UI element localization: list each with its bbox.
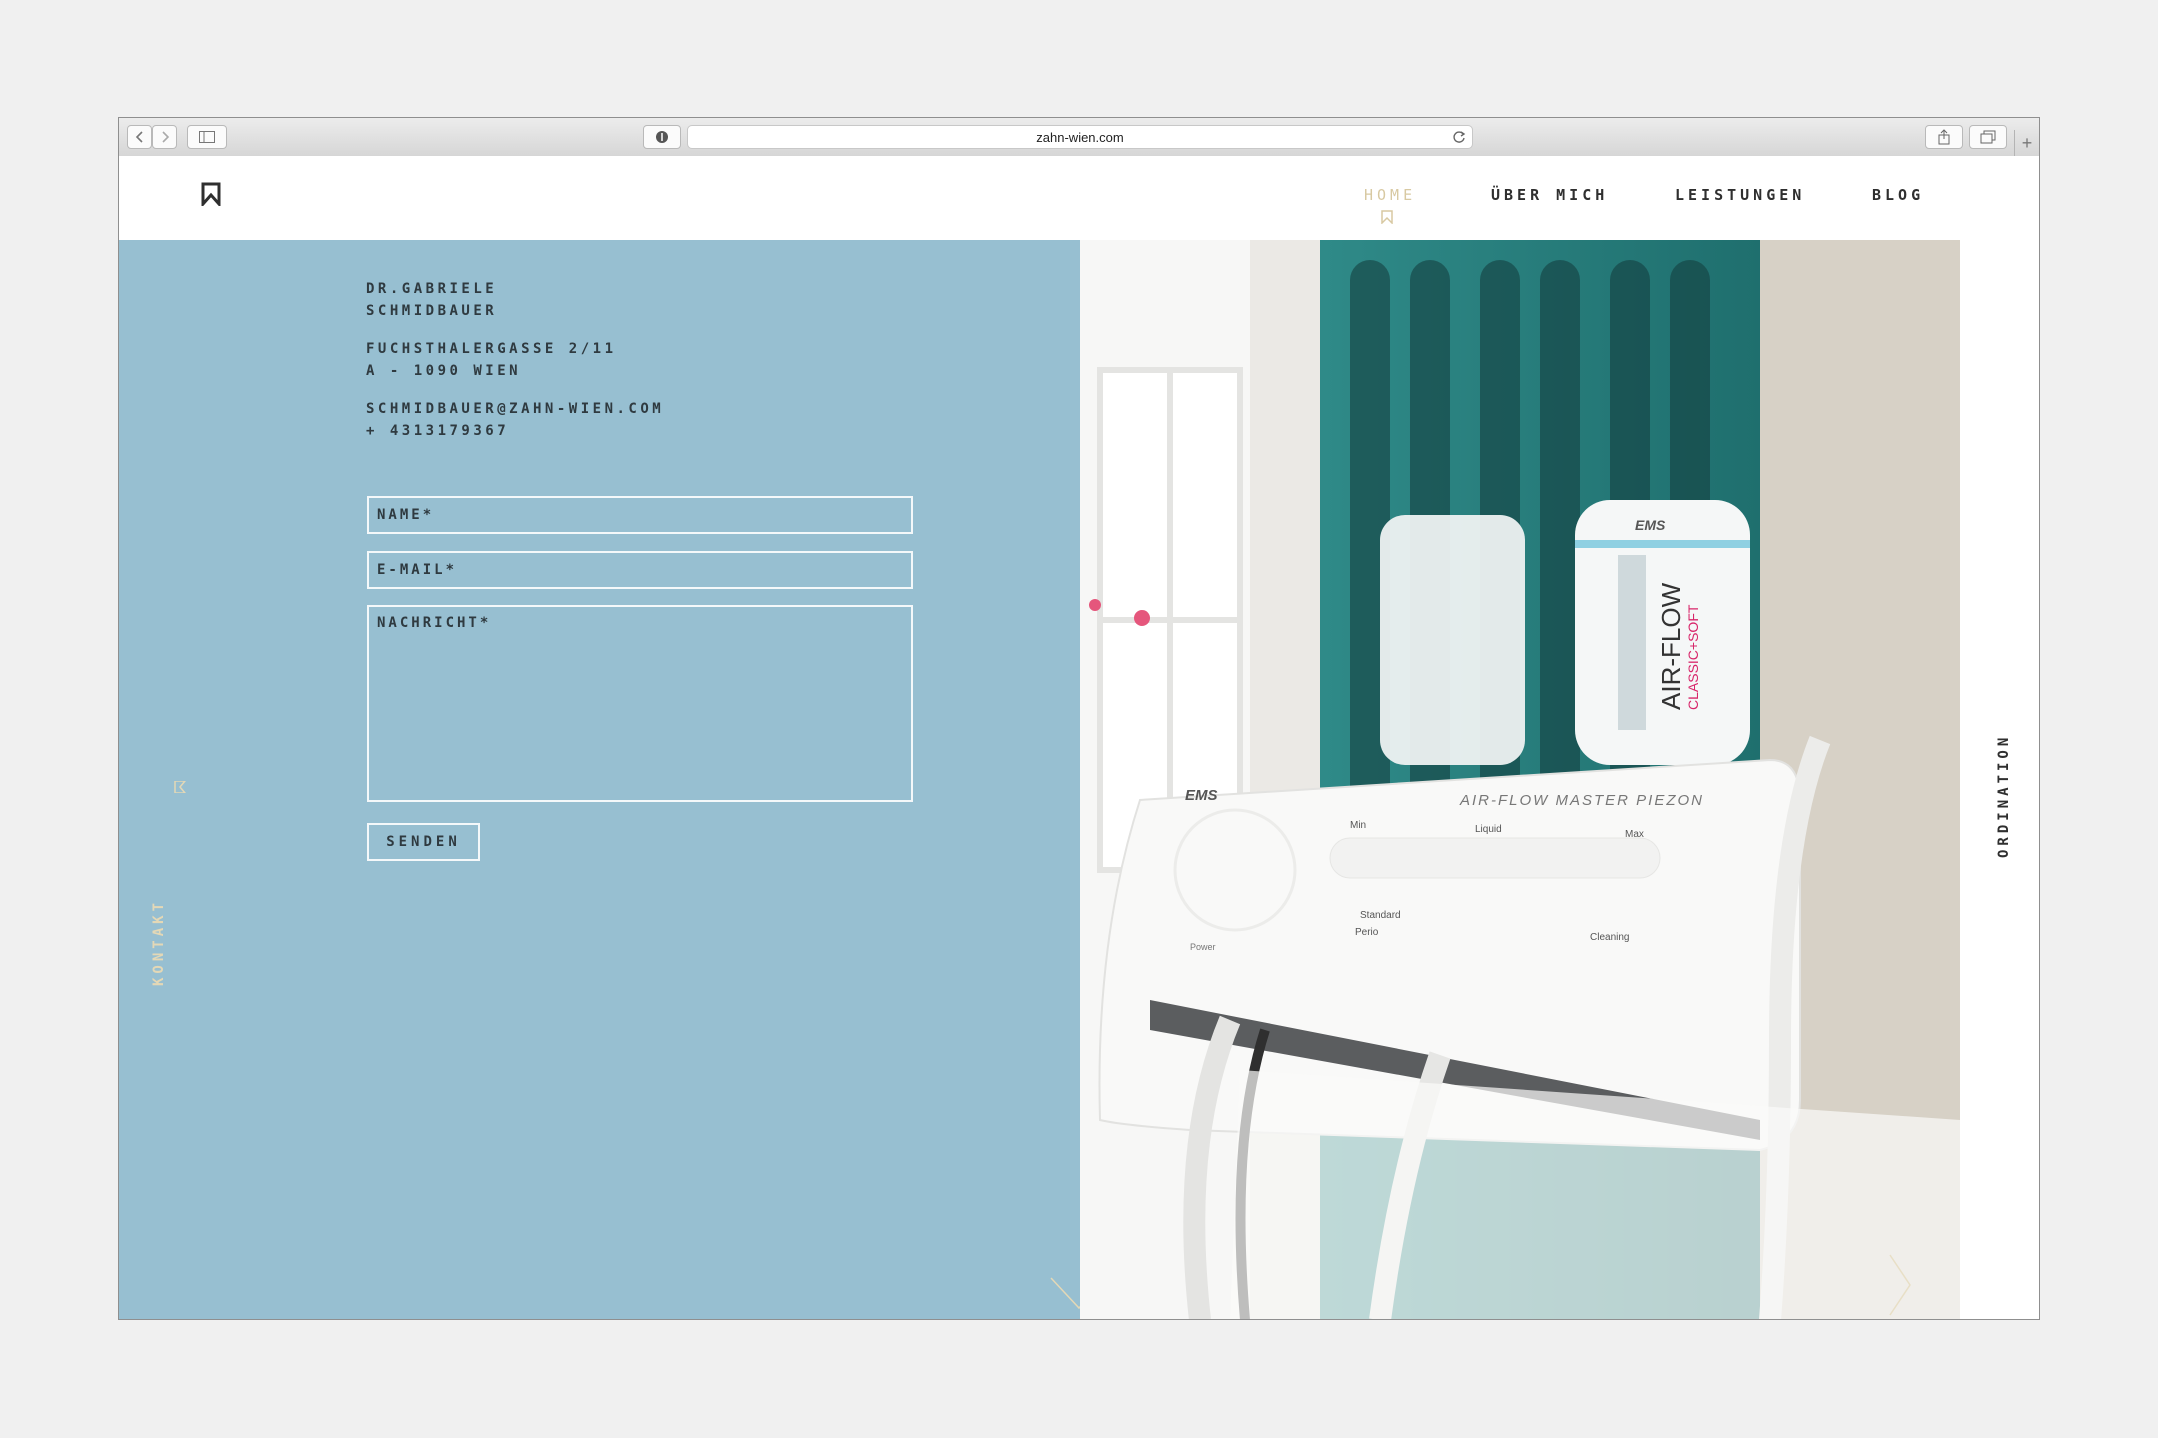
- contact-address: FUCHSTHALERGASSE 2/11 A - 1090 WIEN: [366, 338, 617, 382]
- contact-address-line1: FUCHSTHALERGASSE 2/11: [366, 341, 617, 357]
- website: HOME ÜBER MICH LEISTUNGEN BLOG DR.GABRIE…: [119, 156, 2039, 1319]
- shield-icon: [656, 131, 668, 143]
- device-model-text: AIR-FLOW MASTER PIEZON: [1459, 792, 1704, 809]
- canister-brand-text: EMS: [1635, 517, 1666, 533]
- browser-toolbar: zahn-wien.com +: [119, 118, 2039, 157]
- tabs-overview-button[interactable]: [1969, 125, 2007, 149]
- nav-home[interactable]: HOME: [1364, 186, 1416, 204]
- message-textarea[interactable]: [367, 605, 913, 802]
- chevron-left-icon: [135, 131, 143, 143]
- contact-phone-link[interactable]: + 4313179367: [366, 420, 664, 442]
- new-tab-button[interactable]: +: [2014, 130, 2039, 156]
- share-button[interactable]: [1925, 125, 1963, 149]
- url-text: zahn-wien.com: [1036, 129, 1124, 145]
- panel-power-label: Power: [1190, 942, 1216, 952]
- site-logo[interactable]: [201, 182, 221, 210]
- canister-sublabel-text: CLASSIC+SOFT: [1685, 604, 1701, 710]
- address-bar[interactable]: zahn-wien.com: [687, 125, 1473, 149]
- sidebar-icon: [199, 131, 215, 143]
- bookmark-logo-icon: [201, 182, 221, 208]
- plus-icon: +: [2021, 132, 2033, 153]
- contact-name: DR.GABRIELE SCHMIDBAUER: [366, 278, 497, 322]
- ordination-side-label[interactable]: ORDINATION: [1996, 734, 2012, 858]
- forward-button[interactable]: [152, 125, 177, 149]
- contact-email-link[interactable]: SCHMIDBAUER@ZAHN-WIEN.COM: [366, 398, 664, 420]
- panel-liquid-label: Liquid: [1475, 824, 1502, 835]
- email-input[interactable]: [367, 551, 913, 589]
- kontakt-bookmark-icon: [174, 781, 187, 793]
- contact-name-line2: SCHMIDBAUER: [366, 303, 498, 319]
- panel-standard-label: Standard: [1360, 910, 1401, 921]
- send-button[interactable]: SENDEN: [367, 823, 480, 861]
- contact-name-line1: DR.GABRIELE: [366, 281, 498, 297]
- kontakt-side-label[interactable]: KONTAKT: [151, 899, 167, 986]
- privacy-report-button[interactable]: [643, 125, 681, 149]
- panel-perio-label: Perio: [1355, 927, 1379, 938]
- ordination-label-text: ORDINATION: [1996, 733, 2012, 858]
- nav-blog[interactable]: BLOG: [1872, 186, 1924, 204]
- panel-min-label: Min: [1350, 820, 1366, 831]
- nav-leistungen[interactable]: LEISTUNGEN: [1675, 186, 1805, 204]
- contact-details: SCHMIDBAUER@ZAHN-WIEN.COM + 4313179367: [366, 398, 664, 442]
- share-icon: [1938, 129, 1950, 145]
- panel-cleaning-label: Cleaning: [1590, 932, 1629, 943]
- name-input[interactable]: [367, 496, 913, 534]
- canister-label-text: AIR-FLOW: [1656, 582, 1686, 710]
- sidebar-toggle-button[interactable]: [187, 125, 227, 149]
- device-brand-text: EMS: [1185, 787, 1218, 804]
- chevron-right-icon: [161, 131, 169, 143]
- nav-ueber-mich[interactable]: ÜBER MICH: [1491, 186, 1608, 204]
- back-button[interactable]: [127, 125, 152, 149]
- active-bookmark-icon: [1381, 210, 1393, 224]
- browser-window: zahn-wien.com + HOME ÜBER MICH LEISTUNGE…: [118, 117, 2040, 1320]
- tabs-icon: [1980, 130, 1996, 144]
- contact-panel: DR.GABRIELE SCHMIDBAUER FUCHSTHALERGASSE…: [119, 240, 1108, 1319]
- reload-icon[interactable]: [1452, 130, 1466, 144]
- practice-photo: EMS AIR-FLOW CLASSIC+SOFT EMS AIR-FLOW M…: [1080, 240, 1960, 1319]
- dental-device-photo: EMS AIR-FLOW CLASSIC+SOFT EMS AIR-FLOW M…: [1080, 240, 1960, 1319]
- kontakt-label-text: KONTAKT: [151, 898, 167, 986]
- contact-address-line2: A - 1090 WIEN: [366, 363, 522, 379]
